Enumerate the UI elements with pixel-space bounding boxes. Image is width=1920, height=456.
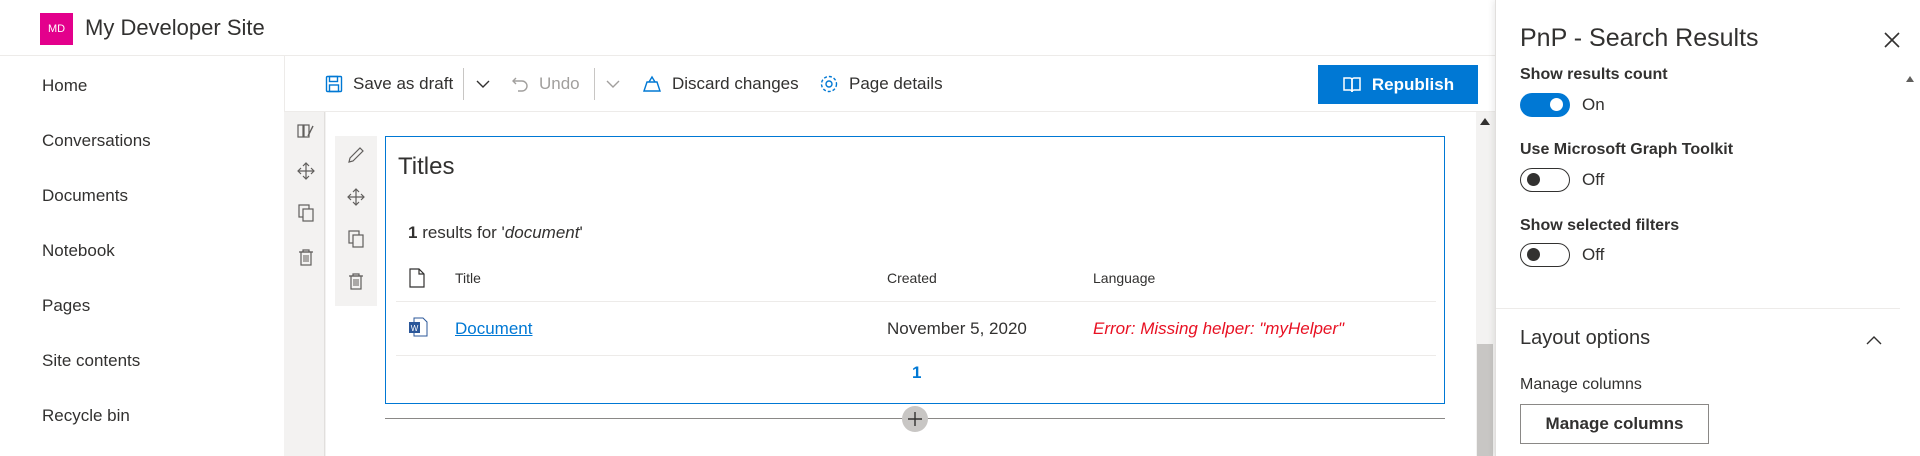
use-graph-toolkit-state: Off <box>1582 170 1605 189</box>
nav-item-site-contents[interactable]: Site contents <box>42 351 140 371</box>
show-results-count-toggle[interactable] <box>1520 93 1570 117</box>
page-details-button[interactable]: Page details <box>819 56 943 112</box>
close-icon[interactable] <box>1882 30 1902 50</box>
results-count-text: results for ' <box>417 223 505 242</box>
show-selected-filters-label: Show selected filters <box>1520 217 1680 234</box>
book-icon <box>1343 76 1361 92</box>
section-toolbar <box>285 112 325 456</box>
gear-icon <box>820 75 838 93</box>
command-bar: Save as draft Undo Discard changes Page … <box>284 56 1495 112</box>
webpart-toolbar <box>335 136 377 306</box>
use-graph-toolkit-label: Use Microsoft Graph Toolkit <box>1520 141 1734 158</box>
move-icon[interactable] <box>297 162 315 180</box>
webpart-title[interactable]: Titles <box>398 153 454 181</box>
chevron-down-icon <box>476 80 490 88</box>
toggle-knob <box>1527 173 1540 186</box>
scroll-up-arrow[interactable] <box>1480 118 1490 125</box>
delete-icon[interactable] <box>347 272 365 290</box>
pane-title: PnP - Search Results <box>1520 24 1759 52</box>
pencil-icon[interactable] <box>347 146 365 164</box>
save-as-draft-label: Save as draft <box>353 74 454 93</box>
nav-item-notebook[interactable]: Notebook <box>42 241 115 261</box>
row-divider <box>396 301 1436 302</box>
site-header: MD My Developer Site <box>0 0 1495 56</box>
use-graph-toolkit-toggle[interactable] <box>1520 168 1570 192</box>
chevron-up-icon[interactable] <box>1864 330 1884 350</box>
results-query: document <box>504 223 580 242</box>
file-type-icon <box>409 268 425 288</box>
delete-icon[interactable] <box>297 248 315 266</box>
result-created: November 5, 2020 <box>887 319 1027 338</box>
duplicate-icon[interactable] <box>297 204 315 222</box>
column-header-created[interactable]: Created <box>887 270 937 286</box>
undo-options-dropdown[interactable] <box>605 56 631 112</box>
undo-label: Undo <box>539 74 580 93</box>
row-divider <box>396 355 1436 356</box>
nav-item-conversations[interactable]: Conversations <box>42 131 151 151</box>
save-icon <box>325 75 343 93</box>
results-count-end: ' <box>579 223 583 242</box>
undo-icon <box>512 77 528 92</box>
layout-options-header[interactable]: Layout options <box>1520 327 1650 350</box>
save-as-draft-button[interactable]: Save as draft <box>325 56 453 112</box>
canvas-scrollbar[interactable] <box>1476 112 1494 456</box>
show-results-count-label: Show results count <box>1520 66 1668 83</box>
property-pane: PnP - Search Results Show results count … <box>1495 0 1920 456</box>
add-section-button[interactable] <box>902 406 928 432</box>
site-logo[interactable]: MD <box>40 13 73 45</box>
undo-button[interactable]: Undo <box>511 56 580 112</box>
pagination-page[interactable]: 1 <box>912 363 921 383</box>
toggle-knob <box>1527 248 1540 261</box>
site-title[interactable]: My Developer Site <box>85 15 265 41</box>
move-icon[interactable] <box>347 188 365 206</box>
toggle-knob <box>1550 98 1563 111</box>
page-details-label: Page details <box>849 74 943 93</box>
republish-button[interactable]: Republish <box>1318 65 1478 104</box>
column-header-title[interactable]: Title <box>455 270 481 286</box>
pane-scrollbar[interactable] <box>1900 64 1920 456</box>
nav-item-pages[interactable]: Pages <box>42 296 90 316</box>
toolbar-separator <box>594 68 595 100</box>
discard-icon <box>643 75 661 92</box>
column-header-language[interactable]: Language <box>1093 270 1155 286</box>
result-language-error: Error: Missing helper: "myHelper" <box>1093 319 1345 338</box>
republish-label: Republish <box>1371 74 1455 94</box>
show-results-count-state: On <box>1582 95 1605 114</box>
scroll-up-arrow[interactable] <box>1906 76 1914 82</box>
pane-separator <box>1496 308 1900 309</box>
edit-section-icon[interactable] <box>297 122 315 140</box>
chevron-down-icon <box>606 80 620 88</box>
manage-columns-label: Manage columns <box>1520 376 1642 393</box>
save-options-dropdown[interactable] <box>475 56 501 112</box>
result-title-link[interactable]: Document <box>455 319 532 339</box>
discard-changes-button[interactable]: Discard changes <box>642 56 799 112</box>
discard-changes-label: Discard changes <box>672 74 799 93</box>
svg-text:W: W <box>411 324 419 333</box>
duplicate-icon[interactable] <box>347 230 365 248</box>
scroll-thumb[interactable] <box>1477 344 1493 456</box>
results-count: 1 results for 'document' <box>408 223 583 243</box>
toolbar-separator <box>463 68 464 100</box>
search-results-webpart[interactable]: Titles 1 results for 'document' Title Cr… <box>385 136 1445 404</box>
nav-item-documents[interactable]: Documents <box>42 186 128 206</box>
word-document-icon: W <box>409 317 428 337</box>
show-selected-filters-state: Off <box>1582 245 1605 264</box>
nav-item-home[interactable]: Home <box>42 76 87 96</box>
manage-columns-button[interactable]: Manage columns <box>1520 404 1709 444</box>
nav-item-recycle-bin[interactable]: Recycle bin <box>42 406 130 426</box>
plus-icon <box>908 412 922 426</box>
left-navigation: Home Conversations Documents Notebook Pa… <box>0 56 284 456</box>
show-selected-filters-toggle[interactable] <box>1520 243 1570 267</box>
